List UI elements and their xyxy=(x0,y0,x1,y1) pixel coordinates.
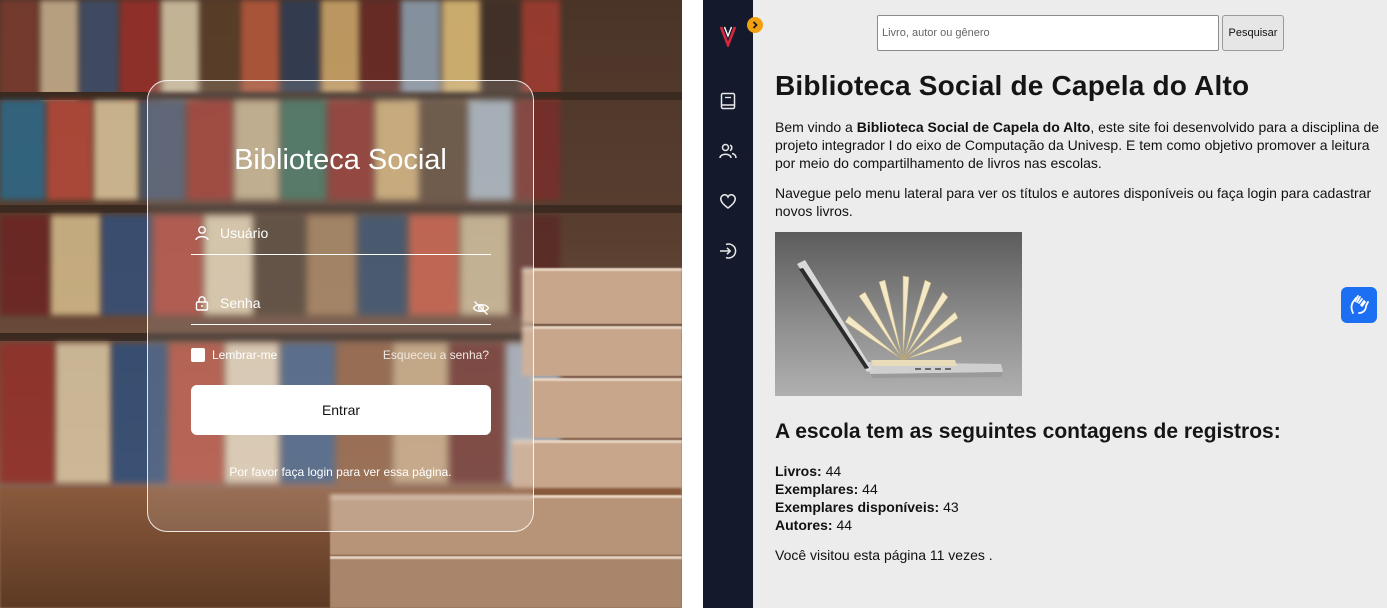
remember-label: Lembrar-me xyxy=(212,348,278,362)
count-item-books: Livros: 44 xyxy=(775,462,1385,480)
remember-checkbox[interactable] xyxy=(191,348,205,362)
login-message: Por favor faça login para ver essa págin… xyxy=(229,465,452,479)
book-icon[interactable] xyxy=(718,91,738,111)
password-label: Senha xyxy=(220,295,261,311)
counts-heading: A escola tem as seguintes contagens de r… xyxy=(775,420,1281,443)
eye-off-icon[interactable] xyxy=(472,299,490,317)
count-label: Exemplares: xyxy=(775,481,859,497)
home-page: Pesquisar Biblioteca Social de Capela do… xyxy=(703,0,1387,608)
heart-icon[interactable] xyxy=(718,191,738,211)
lock-icon xyxy=(195,296,209,311)
v-logo-icon[interactable] xyxy=(718,25,738,47)
intro-prefix: Bem vindo a xyxy=(775,119,857,135)
page-title: Biblioteca Social de Capela do Alto xyxy=(775,70,1250,101)
username-label: Usuário xyxy=(220,225,269,241)
count-value: 44 xyxy=(862,481,878,497)
divider xyxy=(682,0,703,608)
hero-image xyxy=(775,232,1022,396)
chevron-right-icon xyxy=(752,21,758,29)
login-screen: Biblioteca Social Usuário Senha Lembrar-… xyxy=(0,0,682,608)
sign-language-icon xyxy=(1350,295,1369,314)
navigation-paragraph: Navegue pelo menu lateral para ver os tí… xyxy=(775,185,1372,219)
sidebar xyxy=(703,0,763,608)
visit-counter: Você visitou esta página 11 vezes . xyxy=(775,547,993,563)
count-label: Autores: xyxy=(775,517,833,533)
username-field[interactable]: Usuário xyxy=(191,219,491,255)
accessibility-button[interactable] xyxy=(1341,287,1377,323)
count-item-authors: Autores: 44 xyxy=(775,516,1385,534)
search-input[interactable] xyxy=(877,15,1219,51)
count-value: 44 xyxy=(836,517,853,533)
count-value: 44 xyxy=(825,463,842,479)
remember-me[interactable]: Lembrar-me xyxy=(191,348,277,362)
laptop-book-illustration xyxy=(797,260,1003,378)
login-title: Biblioteca Social xyxy=(234,144,447,176)
password-field[interactable]: Senha xyxy=(191,289,491,325)
count-label: Livros: xyxy=(775,463,822,479)
forgot-password-link[interactable]: Esqueceu a senha? xyxy=(383,348,489,362)
intro-paragraph: Bem vindo a Biblioteca Social de Capela … xyxy=(775,118,1385,172)
main-content: Biblioteca Social de Capela do Alto Bem … xyxy=(775,70,1385,563)
intro-bold: Biblioteca Social de Capela do Alto xyxy=(856,119,1091,135)
login-card: Biblioteca Social Usuário Senha Lembrar-… xyxy=(147,80,534,532)
counts-list: Livros: 44 Exemplares: 44 Exemplares dis… xyxy=(775,462,1385,534)
count-item-copies: Exemplares: 44 xyxy=(775,480,1385,498)
login-icon[interactable] xyxy=(718,241,738,261)
users-icon[interactable] xyxy=(718,141,738,161)
count-item-available: Exemplares disponíveis: 43 xyxy=(775,498,1385,516)
count-value: 43 xyxy=(943,499,959,515)
user-icon xyxy=(195,226,209,241)
search-button[interactable]: Pesquisar xyxy=(1222,15,1284,51)
expand-sidebar-button[interactable] xyxy=(747,17,763,33)
count-label: Exemplares disponíveis: xyxy=(775,499,940,515)
login-button[interactable]: Entrar xyxy=(191,385,491,435)
